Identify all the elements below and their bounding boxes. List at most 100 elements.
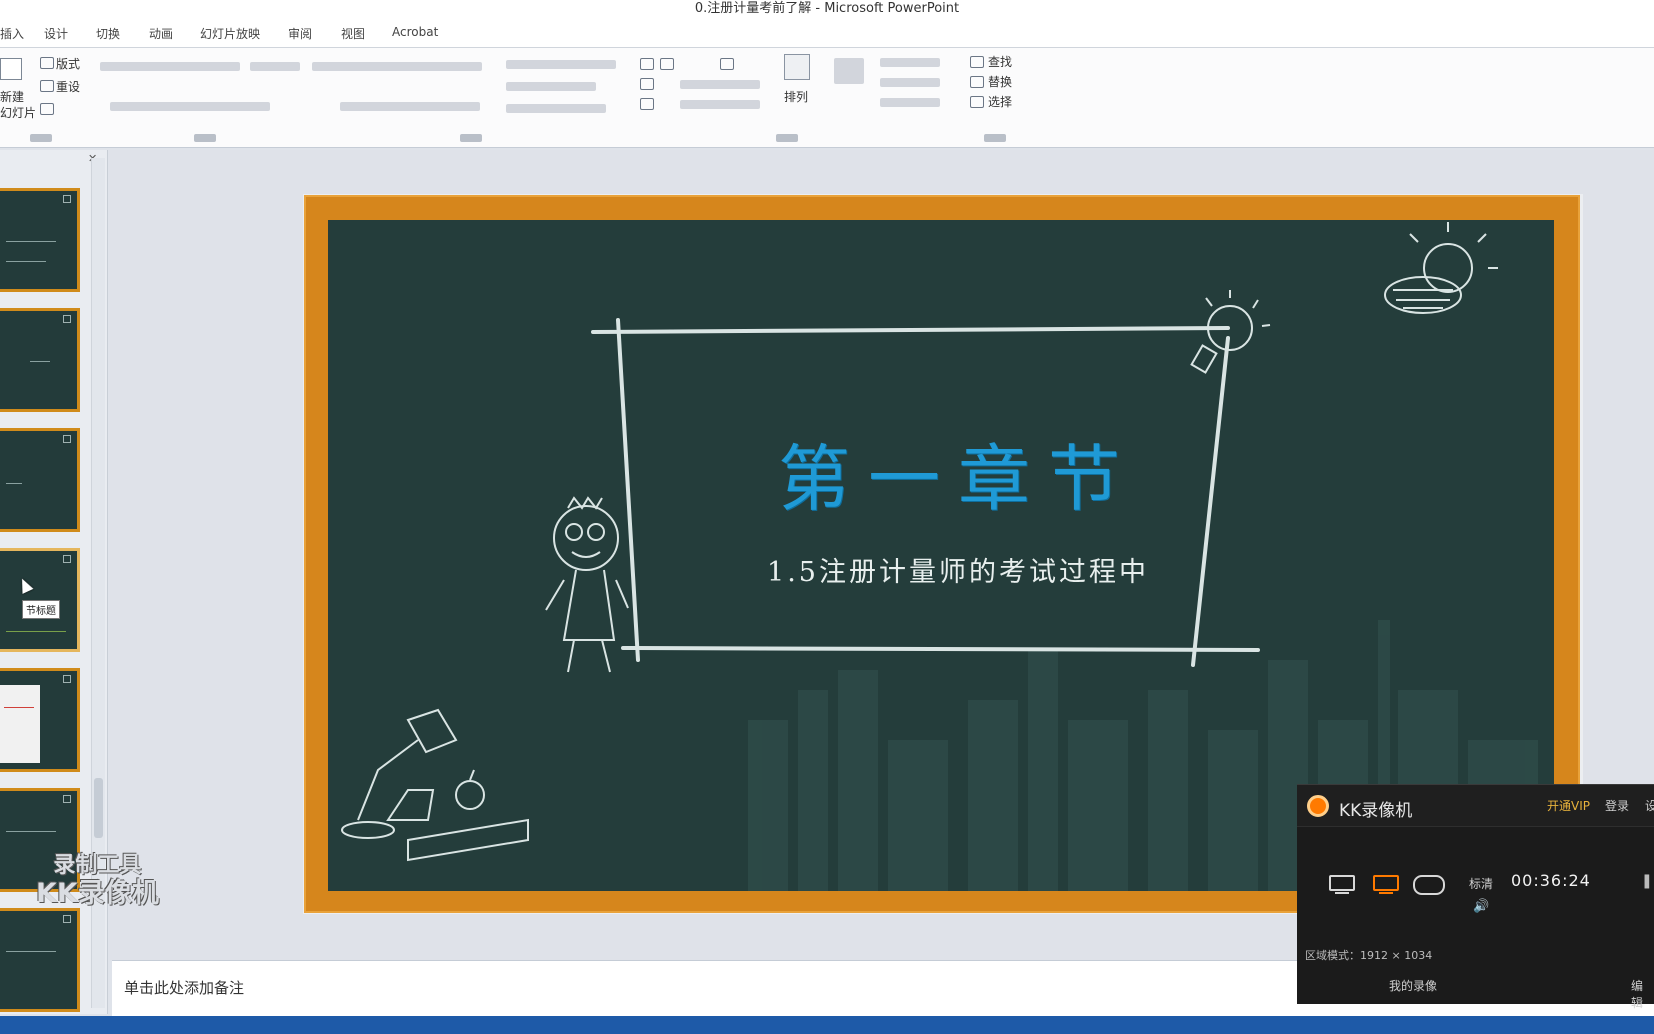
- kk-edit-link[interactable]: 编辑: [1631, 977, 1654, 1011]
- sun-cloud-icon: [1384, 222, 1498, 314]
- thumbnail-corner-icon: [63, 435, 71, 443]
- thumbnail-corner-icon: [63, 195, 71, 203]
- shape-outline-button[interactable]: [880, 78, 940, 87]
- rounded-rect-shape-icon[interactable]: [640, 78, 654, 90]
- section-icon[interactable]: [40, 103, 54, 115]
- window-title: 0.注册计量考前了解 - Microsoft PowerPoint: [0, 0, 1654, 18]
- thumbnail-text-line: [6, 951, 56, 952]
- pause-icon[interactable]: ❚❚: [1641, 873, 1654, 889]
- thumbnail-text-line: [6, 831, 56, 832]
- oval-shape-icon[interactable]: [640, 98, 654, 110]
- slide-subtitle[interactable]: 1.5注册计量师的考试过程中: [748, 550, 1168, 589]
- font-format-buttons[interactable]: [110, 102, 270, 111]
- kk-recorder-title: KK录像机: [1339, 801, 1413, 821]
- speaker-icon[interactable]: 🔊: [1473, 899, 1489, 914]
- slide-thumbnail[interactable]: [0, 308, 80, 412]
- group-caption-paragraph: [460, 134, 482, 142]
- select-icon[interactable]: [970, 96, 984, 108]
- kk-settings-link[interactable]: 设: [1645, 797, 1654, 814]
- thumbnail-corner-icon: [63, 915, 71, 923]
- new-slide-label-1[interactable]: 新建: [0, 88, 24, 105]
- arrange-button[interactable]: 排列: [784, 88, 808, 105]
- monitor-shape: [1373, 875, 1399, 891]
- shape-gallery-row[interactable]: [680, 100, 760, 109]
- recorder-watermark: 录制工具 KK录像机: [36, 852, 159, 908]
- thumbnail-image: [0, 685, 40, 763]
- group-caption-slides: [30, 134, 52, 142]
- tab-transitions[interactable]: 切换: [96, 25, 120, 42]
- font-family-box[interactable]: [100, 62, 240, 71]
- select-button[interactable]: 选择: [988, 93, 1012, 110]
- text-direction-buttons[interactable]: [506, 60, 616, 69]
- kk-area-mode: 区域模式：1912 × 1034: [1305, 949, 1433, 962]
- thumbnail-corner-icon: [63, 675, 71, 683]
- thumbnail-corner-icon: [63, 555, 71, 563]
- monitor-shape: [1329, 875, 1355, 891]
- kk-login-link[interactable]: 登录: [1605, 797, 1629, 814]
- tab-slideshow[interactable]: 幻灯片放映: [200, 25, 260, 42]
- slide-thumbnail[interactable]: [0, 188, 80, 292]
- ribbon-tabs: 插入 设计 切换 动画 幻灯片放映 审阅 视图 Acrobat: [0, 18, 1654, 48]
- slide-thumbnail[interactable]: [0, 908, 80, 1012]
- thumbnail-text-line: [6, 241, 56, 242]
- find-icon[interactable]: [970, 56, 984, 68]
- thumbnail-text-line: [4, 707, 34, 708]
- slide-thumbnail[interactable]: [0, 668, 80, 772]
- kk-quality-select[interactable]: 标清: [1469, 875, 1493, 892]
- layout-icon[interactable]: [40, 57, 54, 69]
- rectangle-shape-icon[interactable]: [640, 58, 654, 70]
- thumbnail-text-line: [6, 261, 46, 262]
- tab-design[interactable]: 设计: [44, 25, 68, 42]
- kk-recorder-panel: KK录像机 开通VIP 登录 设 标清 00:36:24 🔊 ❚❚ 区域模式：1…: [1297, 784, 1654, 1010]
- group-caption-drawing: [776, 134, 798, 142]
- slide-thumbnail[interactable]: [0, 428, 80, 532]
- kk-vip-link[interactable]: 开通VIP: [1547, 797, 1590, 814]
- fullscreen-mode-icon[interactable]: [1327, 874, 1357, 896]
- tab-acrobat[interactable]: Acrobat: [392, 25, 438, 39]
- kk-record-time: 00:36:24: [1511, 871, 1591, 890]
- cartoon-boy-icon: [545, 496, 629, 673]
- kk-recorder-header: KK录像机 开通VIP 登录 设: [1297, 785, 1654, 827]
- new-slide-label-2[interactable]: 幻灯片: [0, 104, 36, 121]
- quick-styles-button[interactable]: [834, 58, 864, 84]
- find-button[interactable]: 查找: [988, 53, 1012, 70]
- shape-fill-button[interactable]: [880, 58, 940, 67]
- tab-insert[interactable]: 插入: [0, 25, 24, 42]
- new-slide-icon[interactable]: [0, 58, 22, 80]
- align-buttons[interactable]: [340, 102, 480, 111]
- watermark-line-2: KK录像机: [36, 878, 159, 909]
- arrange-icon[interactable]: [784, 54, 810, 80]
- kk-my-recordings-link[interactable]: 我的录像: [1389, 977, 1437, 994]
- powerpoint-window: 0.注册计量考前了解 - Microsoft PowerPoint 插入 设计 …: [0, 0, 1654, 1034]
- watermark-line-1: 录制工具: [53, 853, 142, 878]
- reset-icon[interactable]: [40, 80, 54, 92]
- region-mode-icon[interactable]: [1371, 874, 1401, 896]
- group-caption-editing: [984, 134, 1006, 142]
- shape-effects-button[interactable]: [880, 98, 940, 107]
- text-box-shape-icon[interactable]: [660, 58, 674, 70]
- smartart-button[interactable]: [506, 104, 606, 113]
- slide-chapter-title[interactable]: 第一章节: [768, 420, 1148, 525]
- light-bulb-icon: [1190, 290, 1271, 374]
- thumbnail-text-line: [6, 631, 66, 632]
- group-caption-font: [194, 134, 216, 142]
- tab-review[interactable]: 审阅: [288, 25, 312, 42]
- notes-placeholder[interactable]: 单击此处添加备注: [124, 977, 244, 998]
- list-buttons[interactable]: [312, 62, 482, 71]
- monitor-stand: [1335, 892, 1349, 894]
- thumbnail-text-line: [6, 483, 22, 484]
- replace-icon[interactable]: [970, 76, 984, 88]
- replace-button[interactable]: 替换: [988, 73, 1012, 90]
- thumbnail-tooltip: 节标题: [22, 600, 60, 619]
- rect-shape-icon[interactable]: [720, 58, 734, 70]
- shape-gallery[interactable]: [680, 80, 760, 89]
- layout-button[interactable]: 版式: [56, 55, 80, 72]
- game-mode-icon[interactable]: [1413, 875, 1445, 895]
- font-size-box[interactable]: [250, 62, 300, 71]
- tab-animations[interactable]: 动画: [149, 25, 173, 42]
- desk-lamp-books-icon: [341, 708, 529, 862]
- scrollbar-thumb[interactable]: [94, 778, 103, 838]
- reset-button[interactable]: 重设: [56, 78, 80, 95]
- tab-view[interactable]: 视图: [341, 25, 365, 42]
- align-text-buttons[interactable]: [506, 82, 596, 91]
